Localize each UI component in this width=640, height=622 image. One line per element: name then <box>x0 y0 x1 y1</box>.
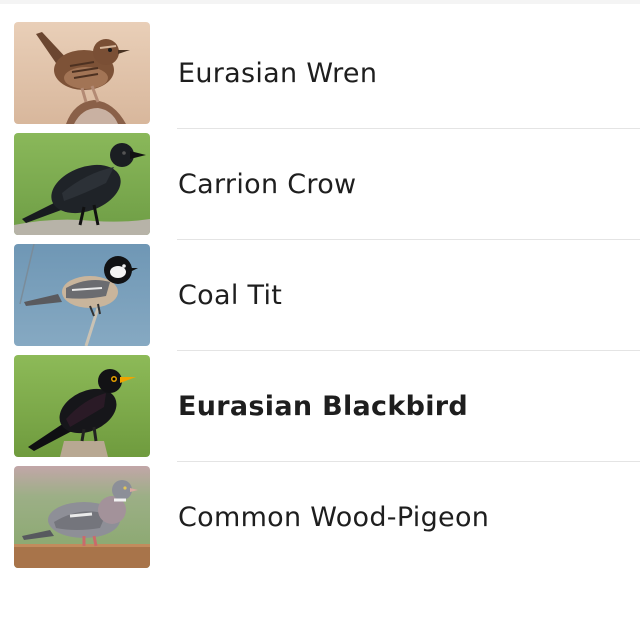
bird-list-item-carrion-crow[interactable]: Carrion Crow <box>0 129 640 240</box>
common-wood-pigeon-photo-icon <box>14 466 150 568</box>
bird-name: Coal Tit <box>178 280 283 311</box>
carrion-crow-photo-icon <box>14 133 150 235</box>
bird-list: Eurasian Wren Carrion Crow Coal Tit Eura… <box>0 18 640 573</box>
bird-list-item-eurasian-blackbird[interactable]: Eurasian Blackbird <box>0 351 640 462</box>
bird-list-item-eurasian-wren[interactable]: Eurasian Wren <box>0 18 640 129</box>
bird-name: Eurasian Wren <box>178 58 378 89</box>
bird-list-item-common-wood-pigeon[interactable]: Common Wood-Pigeon <box>0 462 640 573</box>
eurasian-blackbird-photo-icon <box>14 355 150 457</box>
bird-name: Eurasian Blackbird <box>178 391 469 422</box>
coal-tit-photo-icon <box>14 244 150 346</box>
bird-name: Carrion Crow <box>178 169 357 200</box>
bird-name: Common Wood-Pigeon <box>178 502 490 533</box>
bird-list-item-coal-tit[interactable]: Coal Tit <box>0 240 640 351</box>
top-strip <box>0 0 640 4</box>
eurasian-wren-photo-icon <box>14 22 150 124</box>
